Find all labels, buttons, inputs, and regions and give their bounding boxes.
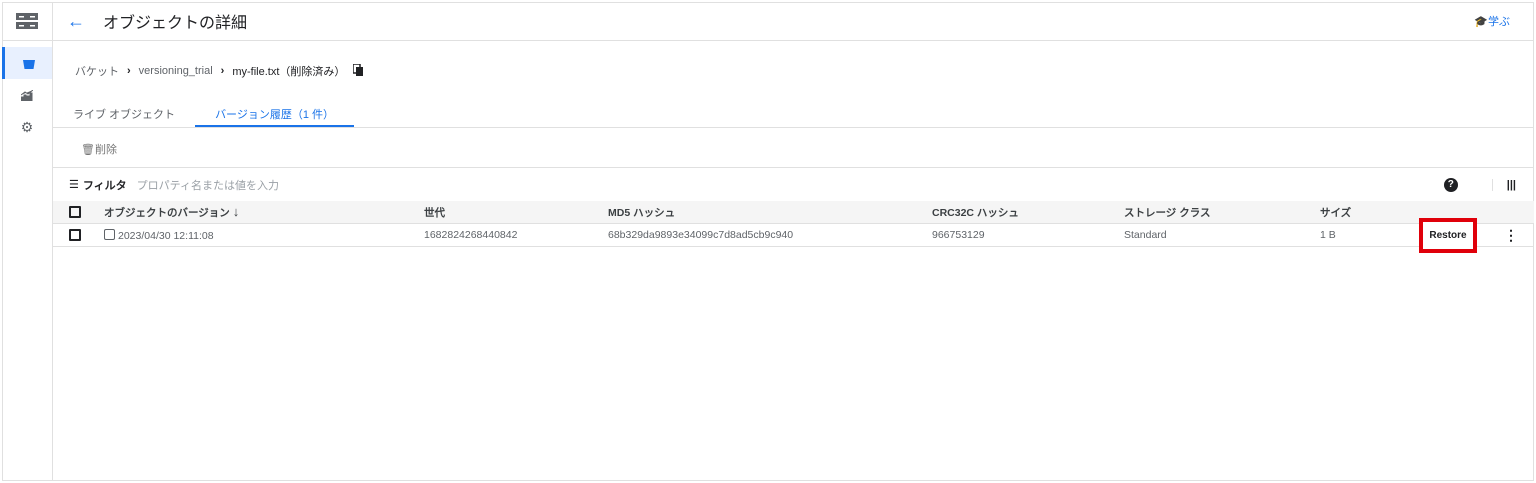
- school-icon: 🎓: [1474, 16, 1488, 28]
- breadcrumb-bucket-name[interactable]: versioning_trial: [139, 65, 213, 77]
- md5-cell: 68b329da9893e34099c7d8ad5cb9c940: [608, 229, 794, 241]
- sidebar-item-monitoring[interactable]: [2, 79, 52, 111]
- sort-down-arrow-icon: ↓: [232, 204, 240, 219]
- chart-icon: [21, 89, 33, 101]
- col-crc32c: CRC32C ハッシュ: [932, 206, 1019, 219]
- select-all-checkbox[interactable]: [69, 206, 81, 218]
- restore-button[interactable]: Restore: [1419, 218, 1477, 253]
- learn-link[interactable]: 🎓学ぶ: [1474, 13, 1510, 29]
- size-cell: 1 B: [1320, 229, 1336, 241]
- crc32c-cell: 966753129: [932, 229, 985, 241]
- filter-icon: ☰: [69, 179, 79, 191]
- chevron-right-icon: ›: [127, 65, 131, 77]
- storage-class-cell: Standard: [1124, 229, 1167, 241]
- page-title: オブジェクトの詳細: [103, 15, 248, 32]
- column-display-icon[interactable]: |||: [1491, 178, 1516, 191]
- help-icon[interactable]: ?: [1443, 177, 1458, 192]
- col-generation: 世代: [424, 206, 445, 219]
- sidebar: ⚙: [2, 2, 53, 481]
- trash-icon: 🗑: [81, 144, 95, 156]
- copy-icon[interactable]: [352, 62, 364, 79]
- sidebar-item-settings[interactable]: ⚙: [2, 111, 52, 143]
- versions-table: オブジェクトのバージョン ↓ 世代 MD5 ハッシュ CRC32C ハッシュ ス…: [53, 201, 1534, 247]
- bucket-icon: [22, 59, 35, 69]
- tab-bar: ライブ オブジェクト バージョン履歴（1 件）: [53, 100, 1534, 128]
- back-arrow-icon[interactable]: ←: [67, 11, 103, 32]
- tab-live-objects[interactable]: ライブ オブジェクト: [53, 100, 195, 127]
- sidebar-item-buckets[interactable]: [2, 47, 52, 79]
- storage-logo-icon: [2, 2, 52, 41]
- filter-input[interactable]: プロパティ名または値を入力: [137, 177, 279, 193]
- col-size: サイズ: [1320, 206, 1352, 219]
- col-version[interactable]: オブジェクトのバージョン ↓: [104, 204, 239, 220]
- gear-icon: ⚙: [20, 118, 34, 135]
- version-cell: 2023/04/30 12:11:08: [104, 228, 214, 242]
- chevron-right-icon: ›: [220, 65, 225, 77]
- filter-label: フィルタ: [82, 179, 127, 192]
- more-vert-icon[interactable]: ⋮: [1504, 227, 1518, 244]
- row-checkbox[interactable]: [69, 229, 81, 241]
- filter-bar: ☰ フィルタ プロパティ名または値を入力 ? |||: [53, 168, 1534, 201]
- history-icon: [104, 228, 115, 240]
- generation-cell: 1682824268440842: [424, 229, 518, 241]
- breadcrumb-object: my-file.txt（削除済み）: [232, 66, 346, 78]
- table-row: 2023/04/30 12:11:08 1682824268440842 68b…: [53, 224, 1534, 247]
- tab-version-history[interactable]: バージョン履歴（1 件）: [195, 100, 355, 127]
- toolbar: 🗑削除: [53, 128, 1534, 168]
- header: ← オブジェクトの詳細 🎓学ぶ: [53, 2, 1534, 41]
- delete-button[interactable]: 🗑削除: [81, 144, 117, 156]
- col-md5: MD5 ハッシュ: [608, 206, 676, 219]
- breadcrumb: バケット › versioning_trial › my-file.txt（削除…: [75, 62, 364, 79]
- table-header: オブジェクトのバージョン ↓ 世代 MD5 ハッシュ CRC32C ハッシュ ス…: [53, 201, 1534, 224]
- col-storage-class: ストレージ クラス: [1124, 206, 1211, 219]
- breadcrumb-bucket[interactable]: バケット: [75, 63, 119, 79]
